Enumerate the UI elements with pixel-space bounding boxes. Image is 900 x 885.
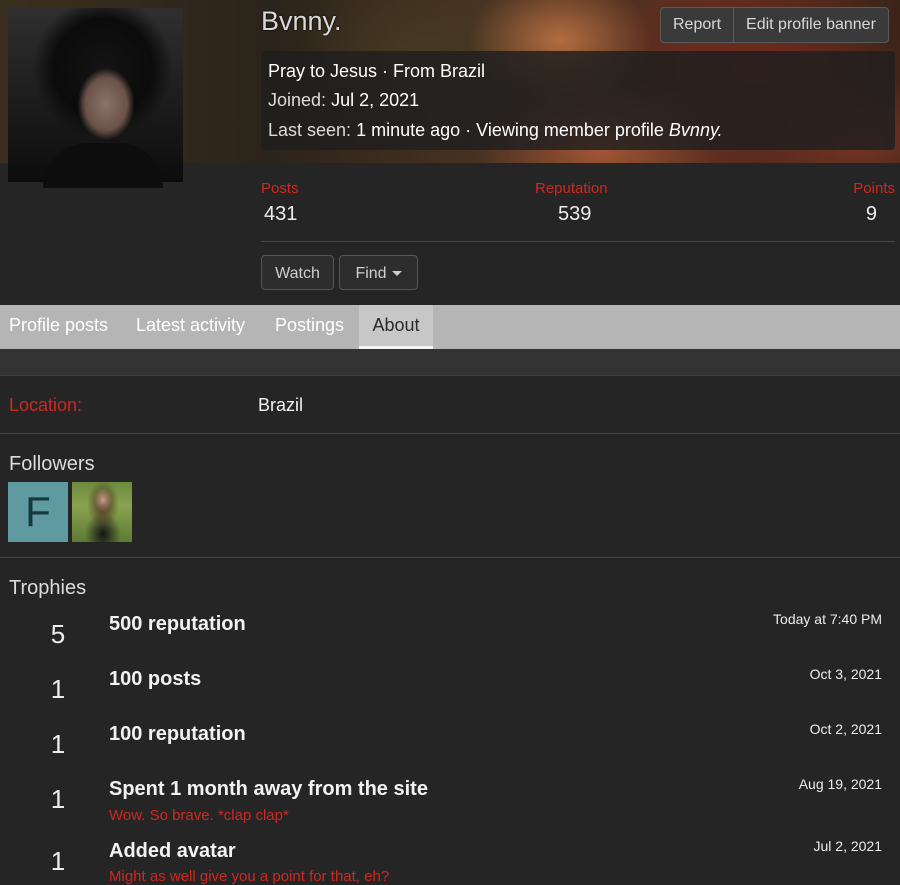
trophy-title: 100 reputation [109,723,246,745]
trophy-title: 100 posts [109,668,202,690]
watch-button[interactable]: Watch [261,255,334,290]
follower-avatar-photo[interactable] [72,482,132,542]
trophy-points: 5 [50,619,66,649]
follower-avatar-letter[interactable]: F [8,482,68,542]
tab-about-label: About [372,315,420,335]
trophy-date: Aug 19, 2021 [798,776,882,792]
trophy-date: Jul 2, 2021 [813,838,883,854]
profile-blurb: Pray to Jesus · From Brazil Joined: Jul … [261,51,895,150]
last-seen-target-link[interactable]: Bvnny. [669,120,723,140]
location-value[interactable]: Brazil [258,395,303,416]
edit-profile-banner-button[interactable]: Edit profile banner [733,8,888,42]
reputation-label: Reputation [535,180,608,197]
trophy-points: 1 [50,674,66,704]
banner-actions: Report Edit profile banner [660,7,889,43]
tab-about[interactable]: About [359,305,433,349]
followers-title: Followers [9,453,95,475]
trophy-points: 1 [50,729,66,759]
location-label: Location: [9,395,83,415]
reputation-count: 539 [558,203,592,225]
tab-content-header [0,349,900,376]
trophy-date: Today at 7:40 PM [773,611,882,627]
find-button[interactable]: Find [339,255,418,290]
location-divider [0,433,900,434]
trophies-title: Trophies [9,577,87,599]
trophy-title: 500 reputation [109,613,246,635]
separator: · [377,61,394,81]
joined-line: Joined: Jul 2, 2021 [268,90,419,111]
last-seen-line: Last seen: 1 minute ago · Viewing member… [268,120,723,141]
trophy-description: Might as well give you a point for that,… [109,868,390,885]
trophy-date: Oct 2, 2021 [809,721,882,737]
caret-down-icon [391,271,402,277]
custom-title: Pray to Jesus [268,61,378,81]
from-location[interactable]: From Brazil [393,61,485,81]
stats-divider [261,241,895,242]
blurb-title-line: Pray to Jesus · From Brazil [268,61,485,82]
trophy-points: 1 [50,784,66,814]
profile-tabs: Profile posts Latest activity Postings A… [0,305,900,349]
posts-label[interactable]: Posts [261,180,299,197]
avatar-figure [43,143,163,188]
tab-latest-activity[interactable]: Latest activity [136,305,245,349]
last-seen-value: 1 minute ago · Viewing member profile [356,120,664,140]
joined-date: Jul 2, 2021 [331,90,420,110]
posts-count[interactable]: 431 [264,203,297,226]
username: Bvnny. [261,6,342,36]
find-button-label: Find [355,265,387,282]
trophy-title: Added avatar [109,840,236,862]
trophy-description: Wow. So brave. *clap clap* [109,807,289,824]
trophy-title: Spent 1 month away from the site [109,778,428,800]
report-button[interactable]: Report [661,8,733,42]
trophy-points: 1 [50,846,66,876]
tab-profile-posts[interactable]: Profile posts [9,305,108,349]
points-count[interactable]: 9 [866,203,877,226]
joined-label: Joined: [268,90,327,110]
points-label[interactable]: Points [853,180,895,197]
trophy-date: Oct 3, 2021 [809,666,882,682]
followers-divider [0,557,900,558]
last-seen-label: Last seen: [268,120,352,140]
tab-postings[interactable]: Postings [275,305,344,349]
user-avatar[interactable] [8,8,183,188]
